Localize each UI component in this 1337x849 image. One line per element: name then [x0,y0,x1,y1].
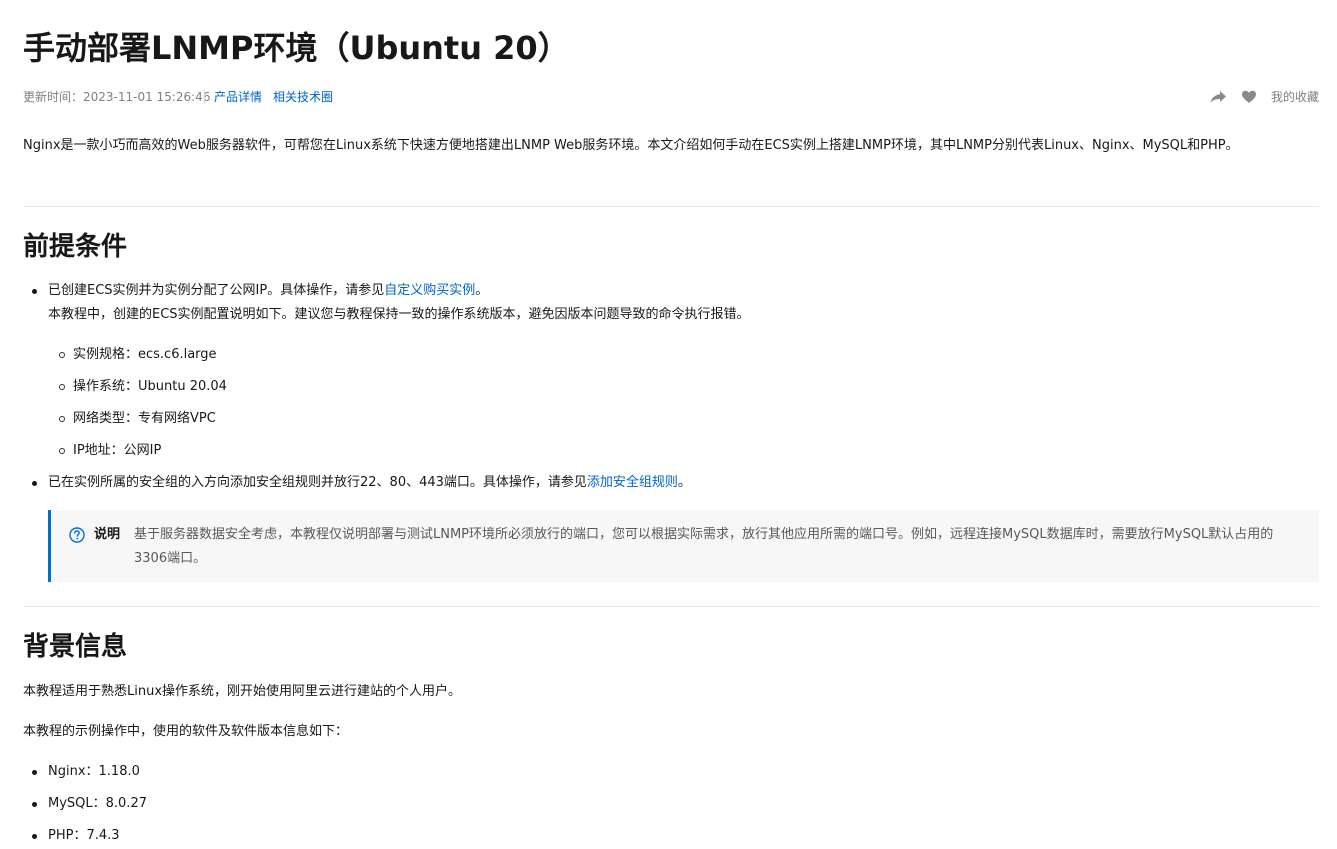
custom-purchase-instance-link[interactable]: 自定义购买实例 [384,283,475,298]
heart-icon[interactable] [1242,90,1256,104]
prereq-item-ecs: 已创建ECS实例并为实例分配了公网IP。具体操作，请参见自定义购买实例。 [32,279,489,303]
share-icon[interactable] [1210,90,1227,104]
bullet [32,770,37,775]
spec-item: 实例规格：ecs.c6.large [59,343,217,367]
bullet-circle [59,448,65,454]
add-security-group-rule-link[interactable]: 添加安全组规则 [587,475,678,490]
tech-community-link[interactable]: 相关技术圈 [273,88,333,106]
bullet-circle [59,416,65,422]
bullet-circle [59,352,65,358]
bullet [32,802,37,807]
section-divider [23,606,1319,607]
background-paragraph-1: 本教程适用于熟悉Linux操作系统，刚开始使用阿里云进行建站的个人用户。 [23,684,462,699]
note-text: 基于服务器数据安全考虑，本教程仅说明部署与测试LNMP环境所必须放行的端口，您可… [134,527,1274,566]
spec-ip: IP地址：公网IP [73,443,162,458]
bullet [32,834,37,839]
my-favorites-link[interactable]: 我的收藏 [1271,88,1319,106]
software-php: PHP：7.4.3 [48,828,120,843]
product-detail-link[interactable]: 产品详情 [214,88,262,106]
section-divider [23,206,1319,207]
intro-paragraph: Nginx是一款小巧而高效的Web服务器软件，可帮您在Linux系统下快速方便地… [23,138,1239,153]
bullet [32,481,37,486]
spec-os: 操作系统：Ubuntu 20.04 [73,379,227,394]
prereq-item-ecs-text: 已创建ECS实例并为实例分配了公网IP。具体操作，请参见 [48,283,385,298]
prereq-item-ecs-detail: 本教程中，创建的ECS实例配置说明如下。建议您与教程保持一致的操作系统版本，避免… [48,307,750,322]
software-nginx: Nginx：1.18.0 [48,764,140,779]
updated-time: 更新时间：2023-11-01 15:26:46 [23,90,211,104]
spec-item: 操作系统：Ubuntu 20.04 [59,375,227,399]
bullet [32,289,37,294]
meta-bar: 更新时间：2023-11-01 15:26:46 产品详情 相关技术圈 我的收藏 [23,88,1319,106]
spec-item: IP地址：公网IP [59,439,162,463]
question-circle-icon [69,527,85,543]
prereq-item-ecs-end: 。 [475,283,489,298]
meta-divider [204,90,205,104]
prereq-item-sg-end: 。 [677,475,691,490]
page-title: 手动部署LNMP环境（Ubuntu 20） [23,29,570,67]
prereq-item-sg-text: 已在实例所属的安全组的入方向添加安全组规则并放行22、80、443端口。具体操作… [48,475,587,490]
software-item: MySQL：8.0.27 [32,792,147,816]
spec-network: 网络类型：专有网络VPC [73,411,216,426]
prereq-item-security-group: 已在实例所属的安全组的入方向添加安全组规则并放行22、80、443端口。具体操作… [32,471,691,495]
note-label: 说明 [94,527,121,542]
software-item: PHP：7.4.3 [32,824,120,848]
software-mysql: MySQL：8.0.27 [48,796,147,811]
spec-item: 网络类型：专有网络VPC [59,407,216,431]
note-callout: 说明 基于服务器数据安全考虑，本教程仅说明部署与测试LNMP环境所必须放行的端口… [48,510,1319,582]
prerequisites-heading: 前提条件 [23,232,128,262]
software-item: Nginx：1.18.0 [32,760,140,784]
background-paragraph-2: 本教程的示例操作中，使用的软件及软件版本信息如下： [23,724,349,739]
spec-instance-type: 实例规格：ecs.c6.large [73,347,217,362]
background-heading: 背景信息 [23,632,128,662]
bullet-circle [59,384,65,390]
